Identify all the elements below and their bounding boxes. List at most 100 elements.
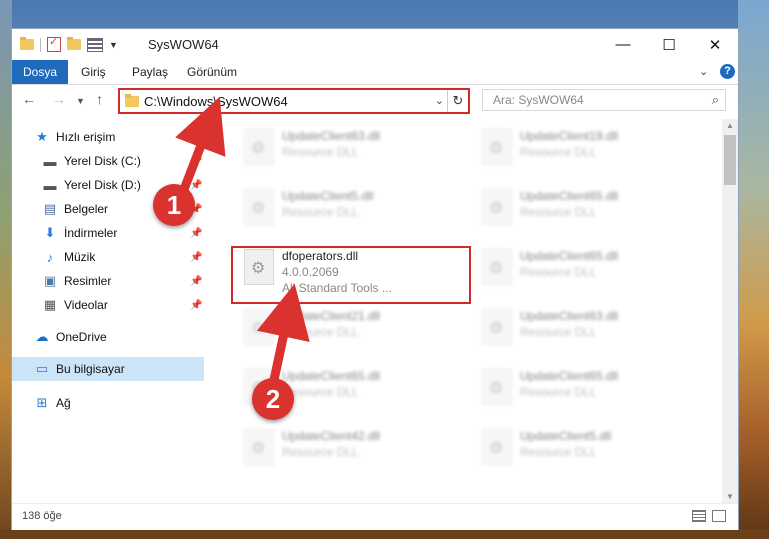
refresh-button[interactable]: ↻ [447,90,468,112]
address-path[interactable]: C:\Windows\SysWOW64 [144,94,288,109]
dll-file-icon [482,369,512,405]
tab-share[interactable]: Paylaş [132,60,168,84]
file-type: Resource DLL [282,325,359,339]
navigation-bar: ← → ▼ ↑ C:\Windows\SysWOW64 ⌄ ↻ Ara: Sys… [12,85,738,119]
dll-file-icon [244,189,274,225]
tab-view[interactable]: Görünüm [187,60,237,84]
dll-file-icon [482,249,512,285]
dll-file-icon [482,189,512,225]
file-item[interactable]: UpdateClient65.dll Resource DLL [472,361,702,417]
sidebar-item-network[interactable]: ⊞ Ağ [12,391,204,415]
window-title: SysWOW64 [148,37,219,52]
sidebar-item-label: Resimler [64,274,112,288]
large-icons-view-icon[interactable] [712,510,726,522]
pictures-icon: ▣ [43,273,57,288]
file-item[interactable]: UpdateClient5.dll Resource DLL [234,181,464,237]
pin-icon[interactable]: 📌 [190,228,202,239]
explorer-window: ▼ SysWOW64 — ☐ ✕ Dosya Giriş Paylaş Görü… [12,29,738,530]
pin-icon[interactable]: 📌 [190,276,202,287]
dll-file-icon [482,309,512,345]
drive-icon: ▬ [43,153,57,169]
sidebar-item-quick-access[interactable]: ★ Hızlı erişim [12,125,204,149]
view-icon[interactable] [87,37,103,52]
step-badge-2: 2 [252,378,294,420]
new-folder-icon[interactable] [67,37,81,50]
file-item[interactable]: UpdateClient63.dll Resource DLL [234,121,464,177]
details-view-icon[interactable] [692,510,706,522]
tab-home[interactable]: Giriş [81,60,106,84]
pin-icon[interactable]: 📌 [190,300,202,311]
help-icon[interactable]: ? [720,64,735,79]
sidebar-item-label: Yerel Disk (D:) [64,178,141,192]
status-bar: 138 öğe [12,503,738,530]
expand-ribbon-icon[interactable]: ⌄ [699,65,708,78]
star-icon: ★ [36,129,48,144]
file-item[interactable]: UpdateClient63.dll Resource DLL [472,301,702,357]
sidebar-item-this-pc[interactable]: ▭ Bu bilgisayar [12,357,204,381]
file-item[interactable]: UpdateClient65.dll Resource DLL [472,181,702,237]
forward-button[interactable]: → [52,91,66,107]
sidebar-item-label: İndirmeler [64,226,118,240]
computer-icon: ▭ [35,361,49,376]
sidebar-item-onedrive[interactable]: ☁ OneDrive [12,325,204,349]
desktop-background-bottom [0,529,769,539]
file-type: Resource DLL [520,385,597,399]
scroll-up-icon[interactable]: ▲ [726,121,734,130]
sidebar-item-local-disk-c[interactable]: ▬ Yerel Disk (C:) 📌 [12,149,204,173]
search-icon[interactable]: ⌕ [712,92,719,108]
sidebar-item-label: Videolar [64,298,108,312]
sidebar-item-videos[interactable]: ▦ Videolar 📌 [12,293,204,317]
sidebar-item-label: Bu bilgisayar [56,362,125,376]
file-item[interactable]: UpdateClient19.dll Resource DLL [472,121,702,177]
file-name: UpdateClient65.dll [520,189,619,203]
folder-icon[interactable] [20,37,34,50]
file-name: UpdateClient5.dll [520,429,612,443]
minimize-button[interactable]: — [600,29,646,60]
customize-toolbar-dropdown-icon[interactable]: ▼ [109,40,118,50]
file-item[interactable]: UpdateClient21.dll Resource DLL [234,301,464,357]
cloud-icon: ☁ [35,329,49,344]
file-name: UpdateClient63.dll [282,129,381,143]
tab-file[interactable]: Dosya [12,60,68,84]
file-item[interactable]: UpdateClient5.dll Resource DLL [472,421,702,477]
file-name: UpdateClient19.dll [520,129,619,143]
dll-file-icon [244,129,274,165]
up-button[interactable]: ↑ [96,91,103,107]
address-dropdown-icon[interactable]: ⌄ [435,94,444,107]
pin-icon[interactable]: 📌 [190,180,202,191]
network-icon: ⊞ [36,395,48,410]
pin-icon[interactable]: 📌 [190,252,202,263]
download-icon: ⬇ [44,225,56,240]
file-name: UpdateClient65.dll [520,369,619,383]
sidebar-item-pictures[interactable]: ▣ Resimler 📌 [12,269,204,293]
file-type: Resource DLL [520,325,597,339]
search-input[interactable]: Ara: SysWOW64 ⌕ [482,89,726,111]
item-count: 138 öğe [22,510,62,522]
search-placeholder: Ara: SysWOW64 [493,93,584,107]
file-item[interactable]: UpdateClient65.dll Resource DLL [472,241,702,297]
file-type: Resource DLL [520,265,597,279]
sidebar-item-label: Müzik [64,250,96,264]
videos-icon: ▦ [43,297,57,312]
recent-locations-dropdown-icon[interactable]: ▼ [76,96,85,106]
pin-icon[interactable]: 📌 [190,156,202,167]
scrollbar-thumb[interactable] [724,135,736,185]
vertical-scrollbar[interactable]: ▲ ▼ [722,119,738,503]
sidebar-item-music[interactable]: ♪ Müzik 📌 [12,245,204,269]
file-name: UpdateClient21.dll [282,309,381,323]
file-type: Resource DLL [282,145,359,159]
file-type: Resource DLL [520,445,597,459]
file-name: UpdateClient65.dll [520,249,619,263]
close-button[interactable]: ✕ [692,29,738,60]
sidebar-item-label: Hızlı erişim [56,130,116,144]
sidebar-item-label: OneDrive [56,330,107,344]
back-button[interactable]: ← [22,91,36,107]
sidebar-item-label: Ağ [56,396,71,410]
properties-icon[interactable] [47,35,61,52]
file-item[interactable]: UpdateClient42.dll Resource DLL [234,421,464,477]
maximize-button[interactable]: ☐ [646,29,692,60]
address-bar[interactable]: C:\Windows\SysWOW64 ⌄ ↻ [118,88,470,114]
file-name: UpdateClient5.dll [282,189,374,203]
scroll-down-icon[interactable]: ▼ [726,492,734,501]
sidebar-item-label: Belgeler [64,202,109,216]
